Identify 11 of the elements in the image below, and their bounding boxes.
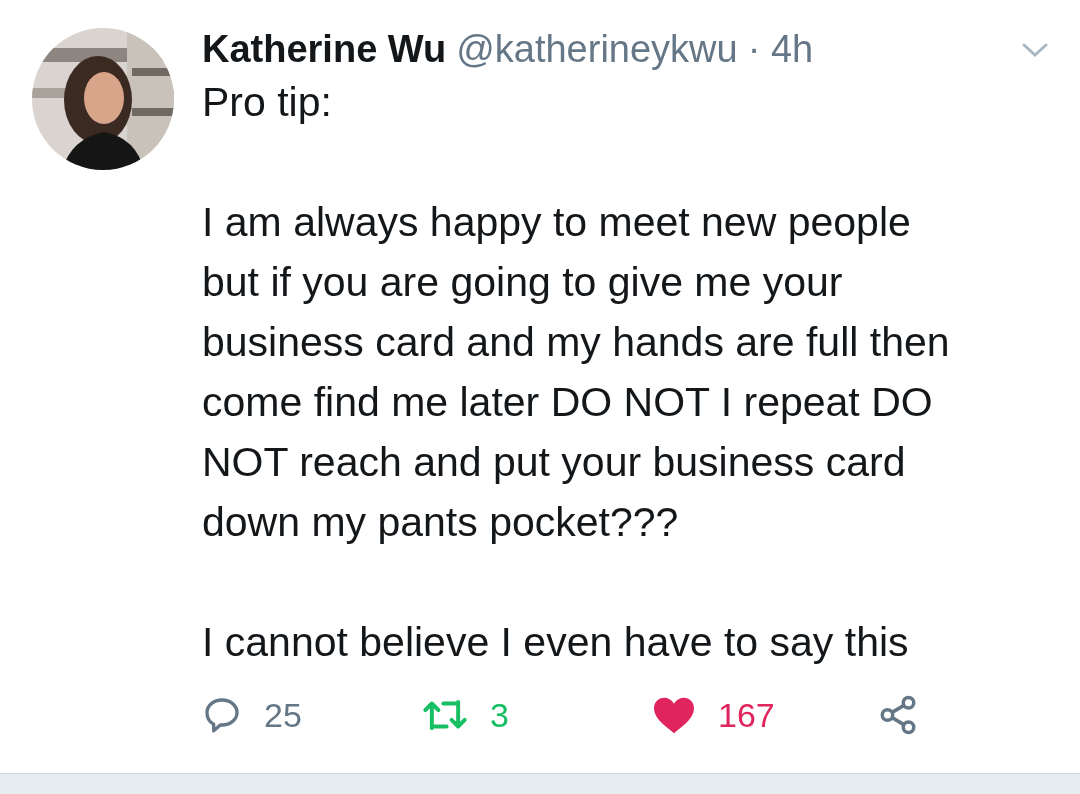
- tweet-text: Pro tip:: [202, 78, 333, 127]
- tweet-text: I am always happy to meet new people but if you are going to give me your business card and my hands are full then come find me later DO NOT I repeat DO NOT reach and put your business card down my pants pocket???: [202, 198, 951, 547]
- author-name[interactable]: Katherine Wu: [202, 28, 447, 71]
- like-button[interactable]: 167: [652, 695, 877, 735]
- reply-button[interactable]: 25: [202, 695, 422, 735]
- retweet-button[interactable]: 3: [422, 695, 652, 735]
- heart-icon: [652, 695, 696, 735]
- tweet-text: I cannot believe I even have to say this: [202, 618, 910, 667]
- tweet-time: · 4h: [747, 28, 814, 71]
- comment-icon: [202, 695, 242, 735]
- author-handle[interactable]: @katherineykwu: [456, 28, 738, 71]
